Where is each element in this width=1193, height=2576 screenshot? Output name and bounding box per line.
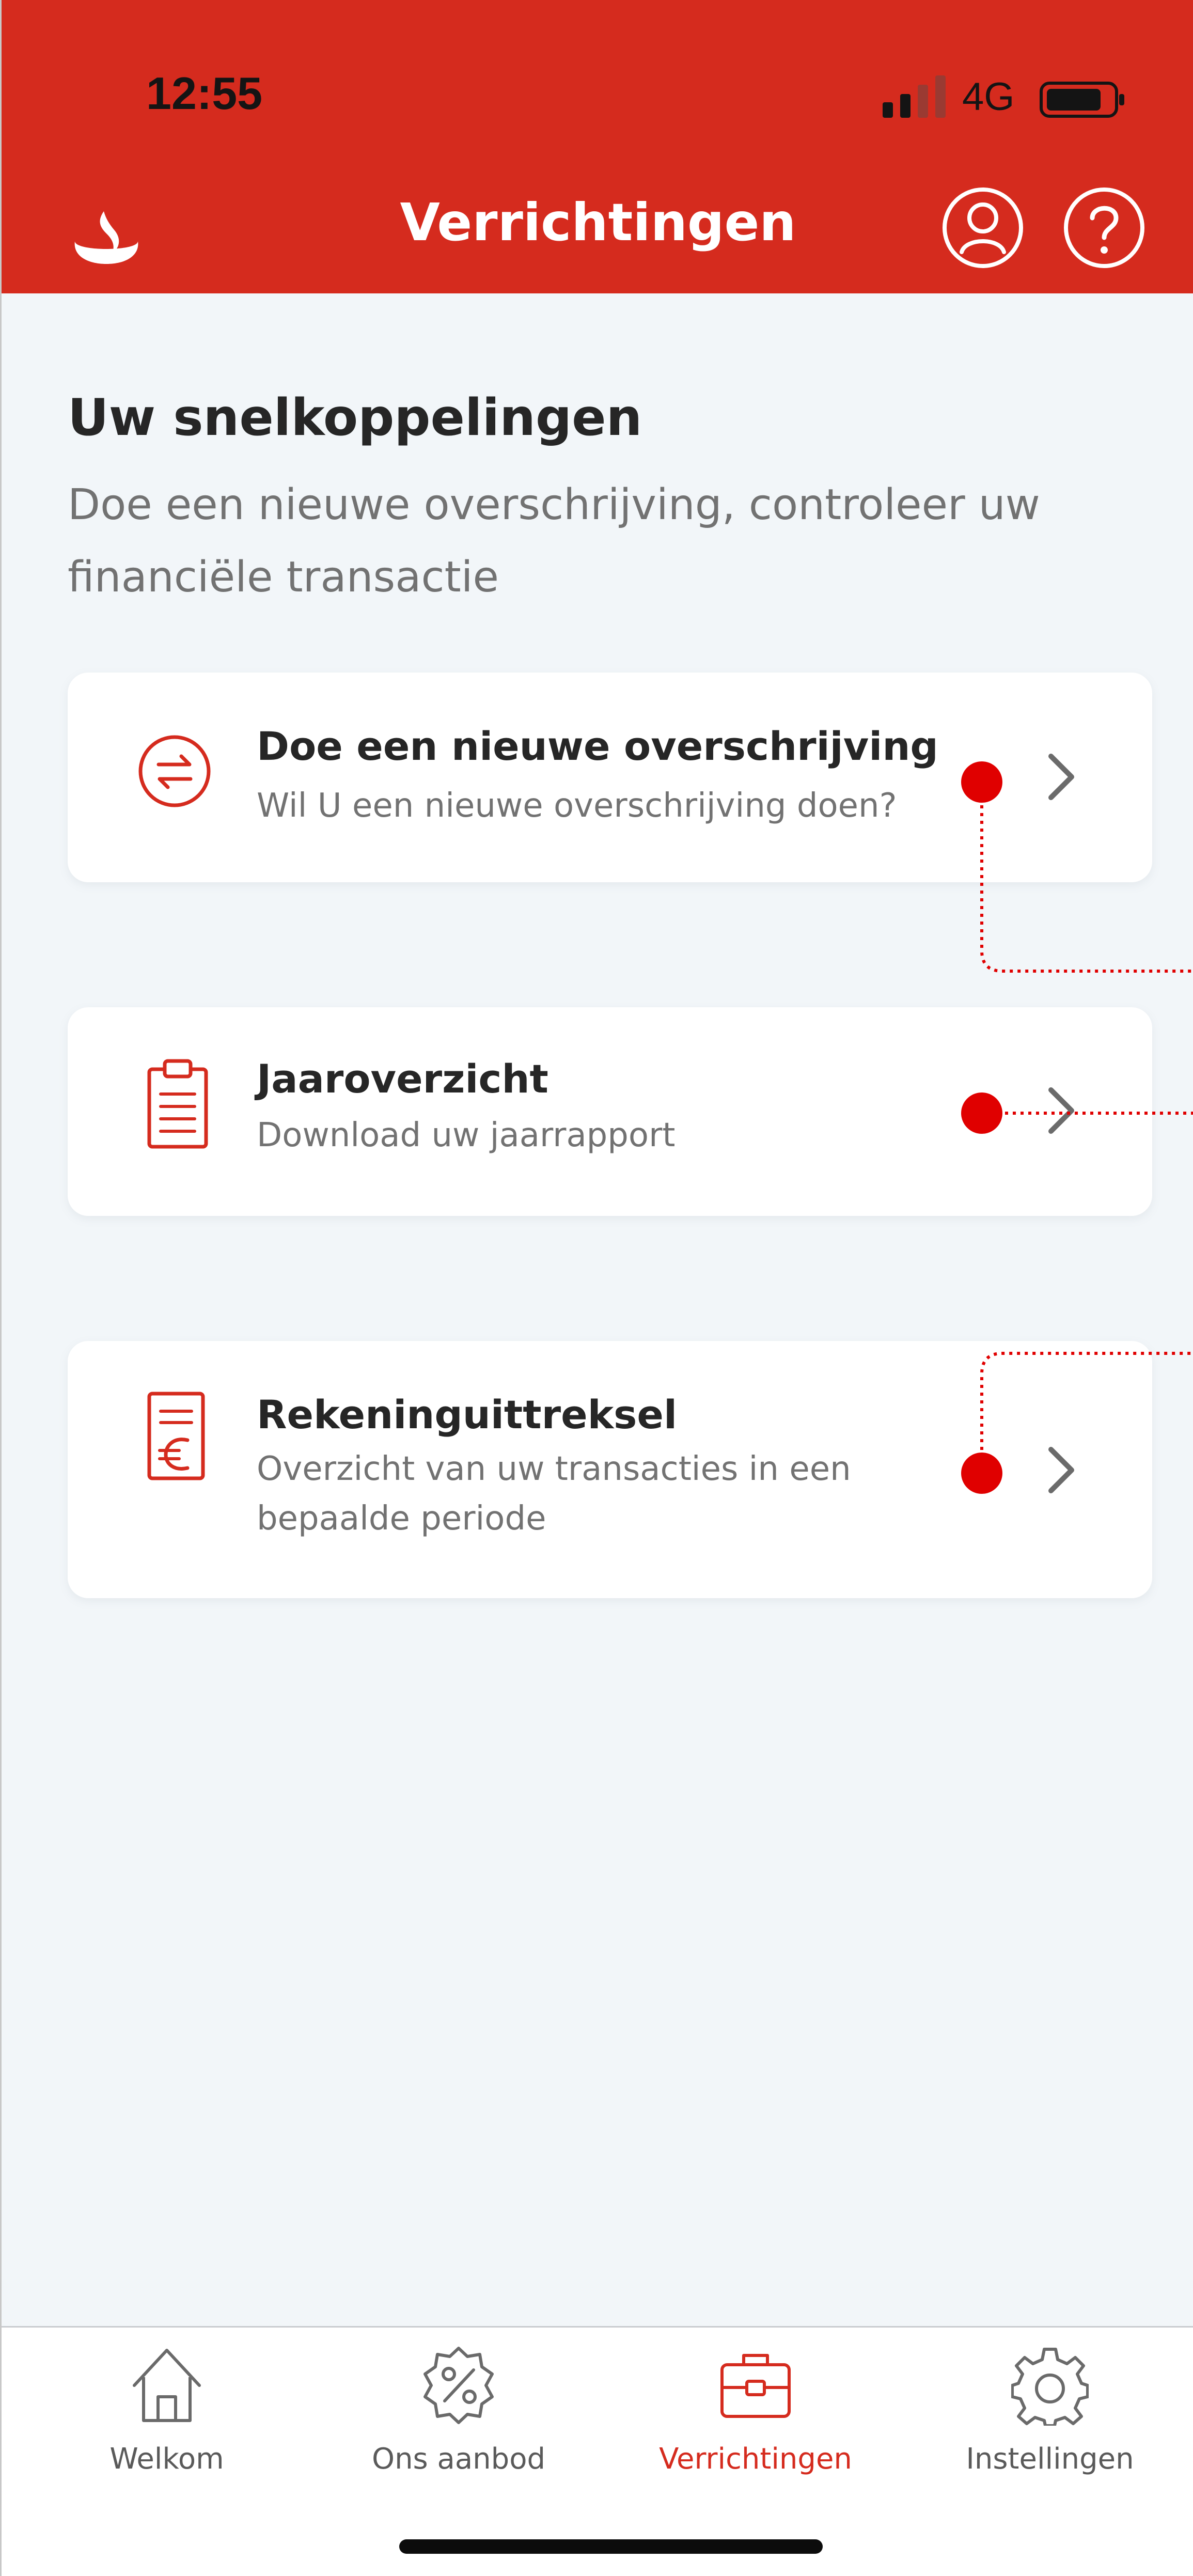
tab-ons-aanbod[interactable]: Ons aanbod — [314, 2328, 603, 2498]
card-title: Jaaroverzicht — [257, 1056, 548, 1102]
home-indicator[interactable] — [399, 2539, 823, 2554]
tab-label: Welkom — [109, 2442, 224, 2476]
tab-label: Ons aanbod — [371, 2442, 546, 2476]
bottom-tab-bar: Welkom Ons aanbod Verrichtingen Instelli… — [2, 2326, 1193, 2576]
tab-verrichtingen[interactable]: Verrichtingen — [611, 2328, 900, 2498]
card-description: Overzicht van uw transacties in een bepa… — [257, 1450, 851, 1538]
card-description: Wil U een nieuwe overschrijving doen? — [257, 787, 897, 825]
briefcase-icon — [720, 2354, 791, 2418]
section-subtitle: Doe een nieuwe overschrijving, controlee… — [68, 480, 1040, 602]
status-indicators: 4G — [880, 72, 1127, 124]
app-header: 12:55 4G Verrichtingen — [2, 0, 1193, 293]
tab-label: Verrichtingen — [659, 2442, 852, 2476]
shortcut-card-annual-overview[interactable]: Jaaroverzicht Download uw jaarrapport — [68, 1007, 1152, 1216]
offer-percent-icon — [423, 2347, 494, 2424]
shortcut-card-new-transfer[interactable]: Doe een nieuwe overschrijving Wil U een … — [68, 673, 1152, 882]
chevron-right-icon — [1048, 1447, 1074, 1493]
home-icon — [133, 2349, 201, 2422]
shortcut-card-account-statement[interactable]: Rekeninguittreksel Overzicht van uw tran… — [68, 1341, 1152, 1598]
chevron-right-icon — [1048, 1087, 1074, 1134]
annotation-overlay — [961, 761, 1193, 1494]
chevron-right-icon — [1048, 754, 1074, 800]
section-title: Uw snelkoppelingen — [68, 388, 642, 447]
help-icon[interactable] — [1060, 184, 1148, 272]
app-screen: 12:55 4G Verrichtingen Uw snelkoppelinge… — [0, 0, 1193, 2576]
gear-icon — [1011, 2348, 1089, 2426]
card-description: Download uw jaarrapport — [257, 1116, 676, 1154]
network-type: 4G — [962, 75, 1015, 119]
tab-instellingen[interactable]: Instellingen — [905, 2328, 1193, 2498]
status-time: 12:55 — [146, 68, 263, 119]
card-title: Rekeninguittreksel — [257, 1392, 677, 1438]
clipboard-icon — [147, 1059, 208, 1149]
card-title: Doe een nieuwe overschrijving — [257, 723, 938, 769]
tab-welkom[interactable]: Welkom — [22, 2328, 311, 2498]
profile-icon[interactable] — [939, 184, 1027, 272]
transfer-icon — [138, 735, 211, 807]
tab-label: Instellingen — [966, 2442, 1134, 2476]
battery-icon — [1040, 82, 1124, 118]
signal-strength-icon — [883, 75, 946, 118]
euro-statement-icon — [147, 1392, 205, 1480]
